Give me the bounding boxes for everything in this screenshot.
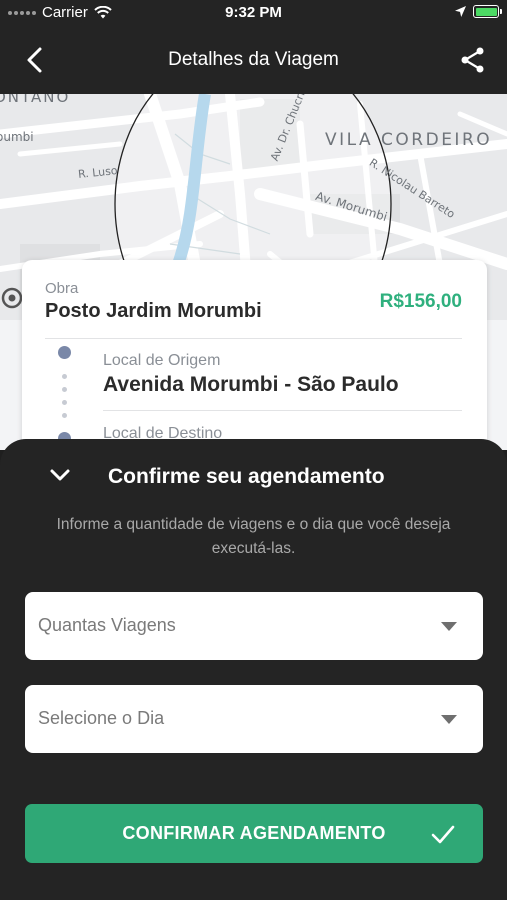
schedule-bottom-sheet: Confirme seu agendamento Informe a quant… xyxy=(0,439,507,900)
location-arrow-icon xyxy=(455,6,466,17)
sheet-description: Informe a quantidade de viagens e o dia … xyxy=(56,516,451,557)
page-title: Detalhes da Viagem xyxy=(168,49,339,70)
route-dot-icon xyxy=(62,374,67,379)
origin-value: Avenida Morumbi - São Paulo xyxy=(103,373,399,396)
chevron-down-icon[interactable] xyxy=(48,465,72,485)
map-label-vila-cordeiro: VILA CORDEIRO xyxy=(325,130,493,150)
sheet-title: Confirme seu agendamento xyxy=(108,465,385,488)
checkmark-icon xyxy=(431,825,455,844)
status-right xyxy=(454,5,502,18)
route-dot-icon xyxy=(62,413,67,418)
card-divider xyxy=(45,338,462,339)
obra-name: Posto Jardim Morumbi xyxy=(45,300,262,322)
map-label-ontano: ONTANO xyxy=(0,94,71,106)
origin-dot-icon xyxy=(58,346,71,359)
trip-price: R$156,00 xyxy=(379,291,462,312)
dropdown-caret-icon xyxy=(441,715,457,724)
route-dot-icon xyxy=(62,387,67,392)
status-bar: Carrier 9:32 PM xyxy=(0,0,507,26)
trips-quantity-placeholder: Quantas Viagens xyxy=(38,615,176,635)
day-select[interactable]: Selecione o Dia xyxy=(25,685,483,753)
confirm-schedule-label: CONFIRMAR AGENDAMENTO xyxy=(122,823,386,843)
nav-bar: Detalhes da Viagem xyxy=(0,26,507,94)
clock: 9:32 PM xyxy=(225,4,282,21)
origin-label: Local de Origem xyxy=(103,352,221,369)
trip-details-card: Obra Posto Jardim Morumbi R$156,00 Local… xyxy=(22,260,487,460)
share-icon[interactable] xyxy=(459,46,487,74)
route-divider xyxy=(103,410,462,411)
obra-label: Obra xyxy=(45,280,79,297)
dropdown-caret-icon xyxy=(441,622,457,631)
day-placeholder: Selecione o Dia xyxy=(38,708,165,728)
confirm-schedule-button[interactable]: CONFIRMAR AGENDAMENTO xyxy=(25,804,483,863)
map-label-oumbi: oumbi xyxy=(0,130,34,144)
route-dot-icon xyxy=(62,400,67,405)
trips-quantity-select[interactable]: Quantas Viagens xyxy=(25,592,483,660)
battery-icon xyxy=(473,5,502,18)
